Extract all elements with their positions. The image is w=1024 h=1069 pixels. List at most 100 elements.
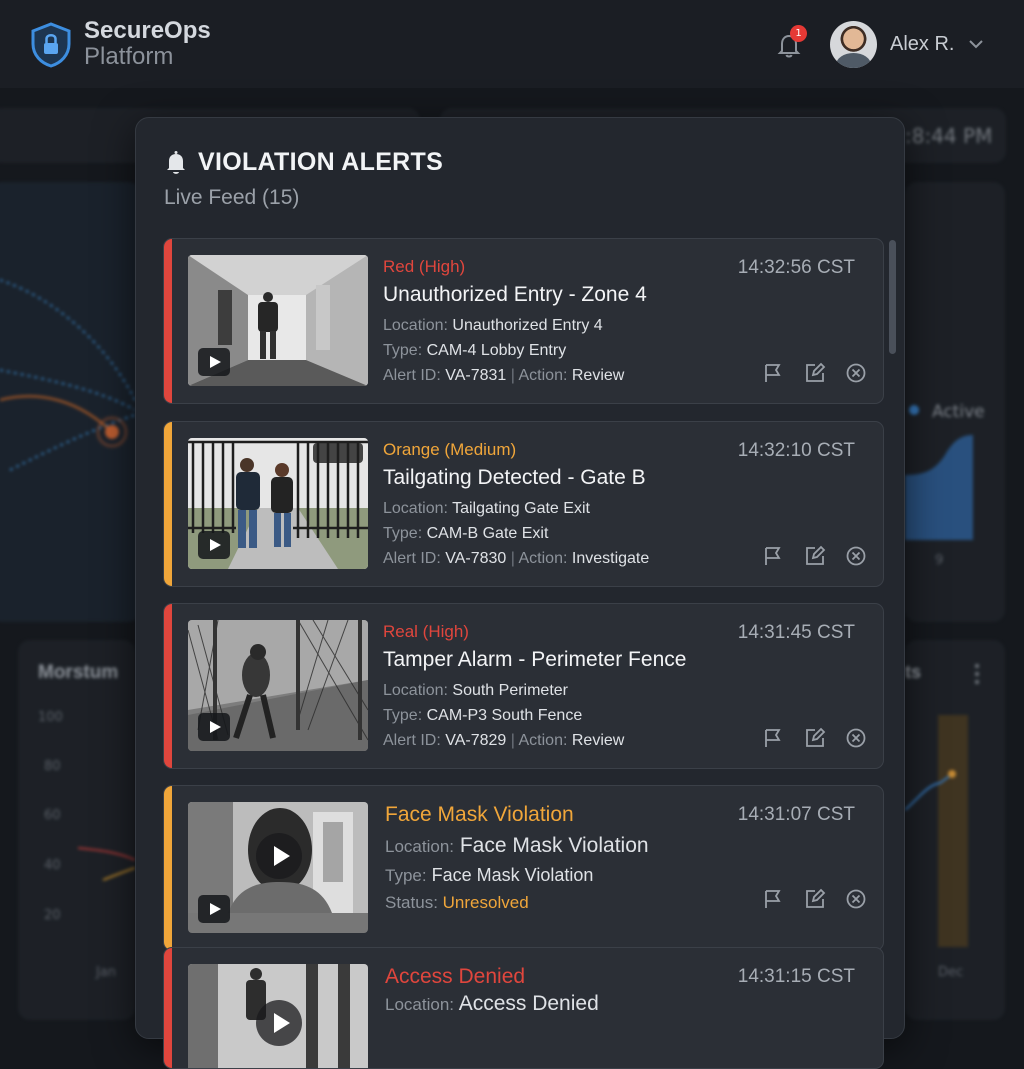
flag-icon[interactable]	[762, 545, 784, 567]
alert-location: Location: Tailgating Gate Exit	[383, 500, 590, 518]
alert-type: Type: CAM-B Gate Exit	[383, 525, 548, 543]
type-label: Type:	[385, 866, 427, 885]
location-value: Access Denied	[458, 992, 599, 1015]
alert-time: 14:31:45 CST	[737, 622, 855, 643]
location-label: Location:	[383, 500, 448, 517]
alert-type: Type: CAM-P3 South Fence	[383, 707, 582, 725]
alert-location: Location: Unauthorized Entry 4	[383, 317, 603, 335]
edit-icon[interactable]	[804, 362, 826, 384]
video-thumbnail[interactable]	[188, 620, 368, 751]
alert-location: Location: Access Denied	[385, 992, 599, 1016]
alert-time: 14:32:10 CST	[737, 440, 855, 461]
type-value: CAM-P3 South Fence	[426, 707, 583, 724]
type-label: Type:	[383, 342, 423, 359]
alert-id: VA-7831	[445, 367, 507, 384]
alert-type: Type: Face Mask Violation	[385, 865, 593, 886]
flag-icon[interactable]	[762, 362, 784, 384]
bg-y-tick: 20	[44, 908, 61, 923]
play-icon[interactable]	[256, 1000, 302, 1046]
video-thumbnail[interactable]	[188, 964, 368, 1068]
alert-id-action: Alert ID: VA-7829 | Action: Review	[383, 732, 625, 749]
action-label: Action:	[518, 550, 568, 567]
bg-chart-lines	[78, 847, 135, 881]
alert-id-action: Alert ID: VA-7830 | Action: Investigate	[383, 550, 650, 567]
alert-title: Tailgating Detected - Gate B	[383, 466, 646, 489]
play-icon[interactable]	[198, 348, 230, 376]
alert-severity: Orange (Medium)	[383, 440, 517, 459]
dismiss-icon[interactable]	[845, 362, 867, 384]
id-label: Alert ID:	[383, 367, 441, 384]
location-value: Tailgating Gate Exit	[452, 500, 590, 517]
location-value: Unauthorized Entry 4	[452, 317, 603, 334]
bg-map-arcs	[0, 279, 136, 471]
status-label: Status:	[385, 893, 438, 912]
alert-card[interactable]: Access Denied 14:31:15 CST Location: Acc…	[163, 947, 884, 1069]
severity-stripe	[164, 786, 172, 950]
location-label: Location:	[383, 317, 448, 334]
severity-stripe	[164, 239, 172, 403]
alert-time: 14:31:07 CST	[737, 804, 855, 825]
id-label: Alert ID:	[383, 732, 441, 749]
dismiss-icon[interactable]	[845, 727, 867, 749]
alert-id: VA-7830	[445, 550, 507, 567]
severity-stripe	[164, 422, 172, 586]
play-icon[interactable]	[256, 833, 302, 879]
dismiss-icon[interactable]	[845, 545, 867, 567]
bg-chart-title: Morstum	[38, 662, 119, 683]
alert-id: VA-7829	[445, 732, 507, 749]
action-label: Action:	[518, 367, 568, 384]
bg-legend-active: Active	[932, 402, 985, 422]
alert-type: Type: CAM-4 Lobby Entry	[383, 342, 566, 360]
play-icon[interactable]	[198, 895, 230, 923]
alert-card[interactable]: Face Mask Violation 14:31:07 CST Locatio…	[163, 785, 884, 951]
panel-title: VIOLATION ALERTS	[198, 148, 444, 176]
location-value: Face Mask Violation	[459, 834, 649, 857]
play-icon[interactable]	[198, 713, 230, 741]
alert-title: Tamper Alarm - Perimeter Fence	[383, 648, 687, 671]
alert-card[interactable]: Red (High) 14:32:56 CST Unauthorized Ent…	[163, 238, 884, 404]
alert-title: Access Denied	[385, 965, 526, 988]
bg-y-tick: 80	[44, 759, 61, 774]
bg-month-start: Jan	[96, 965, 117, 980]
flag-icon[interactable]	[762, 888, 784, 910]
type-label: Type:	[383, 525, 423, 542]
flag-icon[interactable]	[762, 727, 784, 749]
location-label: Location:	[385, 837, 454, 856]
alert-title: Face Mask Violation	[385, 803, 574, 826]
alert-location: Location: Face Mask Violation	[385, 834, 649, 858]
play-icon[interactable]	[198, 531, 230, 559]
edit-icon[interactable]	[804, 727, 826, 749]
severity-stripe	[164, 604, 172, 768]
edit-icon[interactable]	[804, 545, 826, 567]
bg-y-tick: 40	[44, 858, 61, 873]
video-thumbnail[interactable]	[188, 255, 368, 386]
alert-card[interactable]: Orange (Medium) 14:32:10 CST Tailgating …	[163, 421, 884, 587]
type-value: Face Mask Violation	[431, 865, 594, 885]
alert-location: Location: South Perimeter	[383, 682, 568, 700]
panel-subtitle: Live Feed (15)	[164, 186, 300, 209]
bg-right-title: ts	[905, 662, 922, 682]
bell-icon	[167, 151, 185, 174]
alert-severity: Real (High)	[383, 622, 469, 641]
action-value: Review	[571, 732, 625, 749]
type-value: CAM-4 Lobby Entry	[426, 342, 567, 359]
bg-clock: :8:44 PM	[905, 124, 993, 148]
location-label: Location:	[383, 682, 448, 699]
location-label: Location:	[385, 995, 454, 1014]
alert-time: 14:32:56 CST	[737, 257, 855, 278]
video-thumbnail[interactable]	[188, 802, 368, 933]
video-thumbnail[interactable]	[188, 438, 368, 569]
alert-status: Status: Unresolved	[385, 893, 529, 913]
severity-stripe	[164, 948, 172, 1068]
alert-severity: Red (High)	[383, 257, 466, 276]
more-icon	[975, 664, 979, 684]
dismiss-icon[interactable]	[845, 888, 867, 910]
scrollbar-thumb[interactable]	[889, 240, 896, 354]
status-value: Unresolved	[442, 893, 529, 912]
location-value: South Perimeter	[452, 682, 568, 699]
type-label: Type:	[383, 707, 423, 724]
edit-icon[interactable]	[804, 888, 826, 910]
alert-card[interactable]: Real (High) 14:31:45 CST Tamper Alarm - …	[163, 603, 884, 769]
bg-y-tick: 60	[44, 808, 61, 823]
type-value: CAM-B Gate Exit	[426, 525, 549, 542]
